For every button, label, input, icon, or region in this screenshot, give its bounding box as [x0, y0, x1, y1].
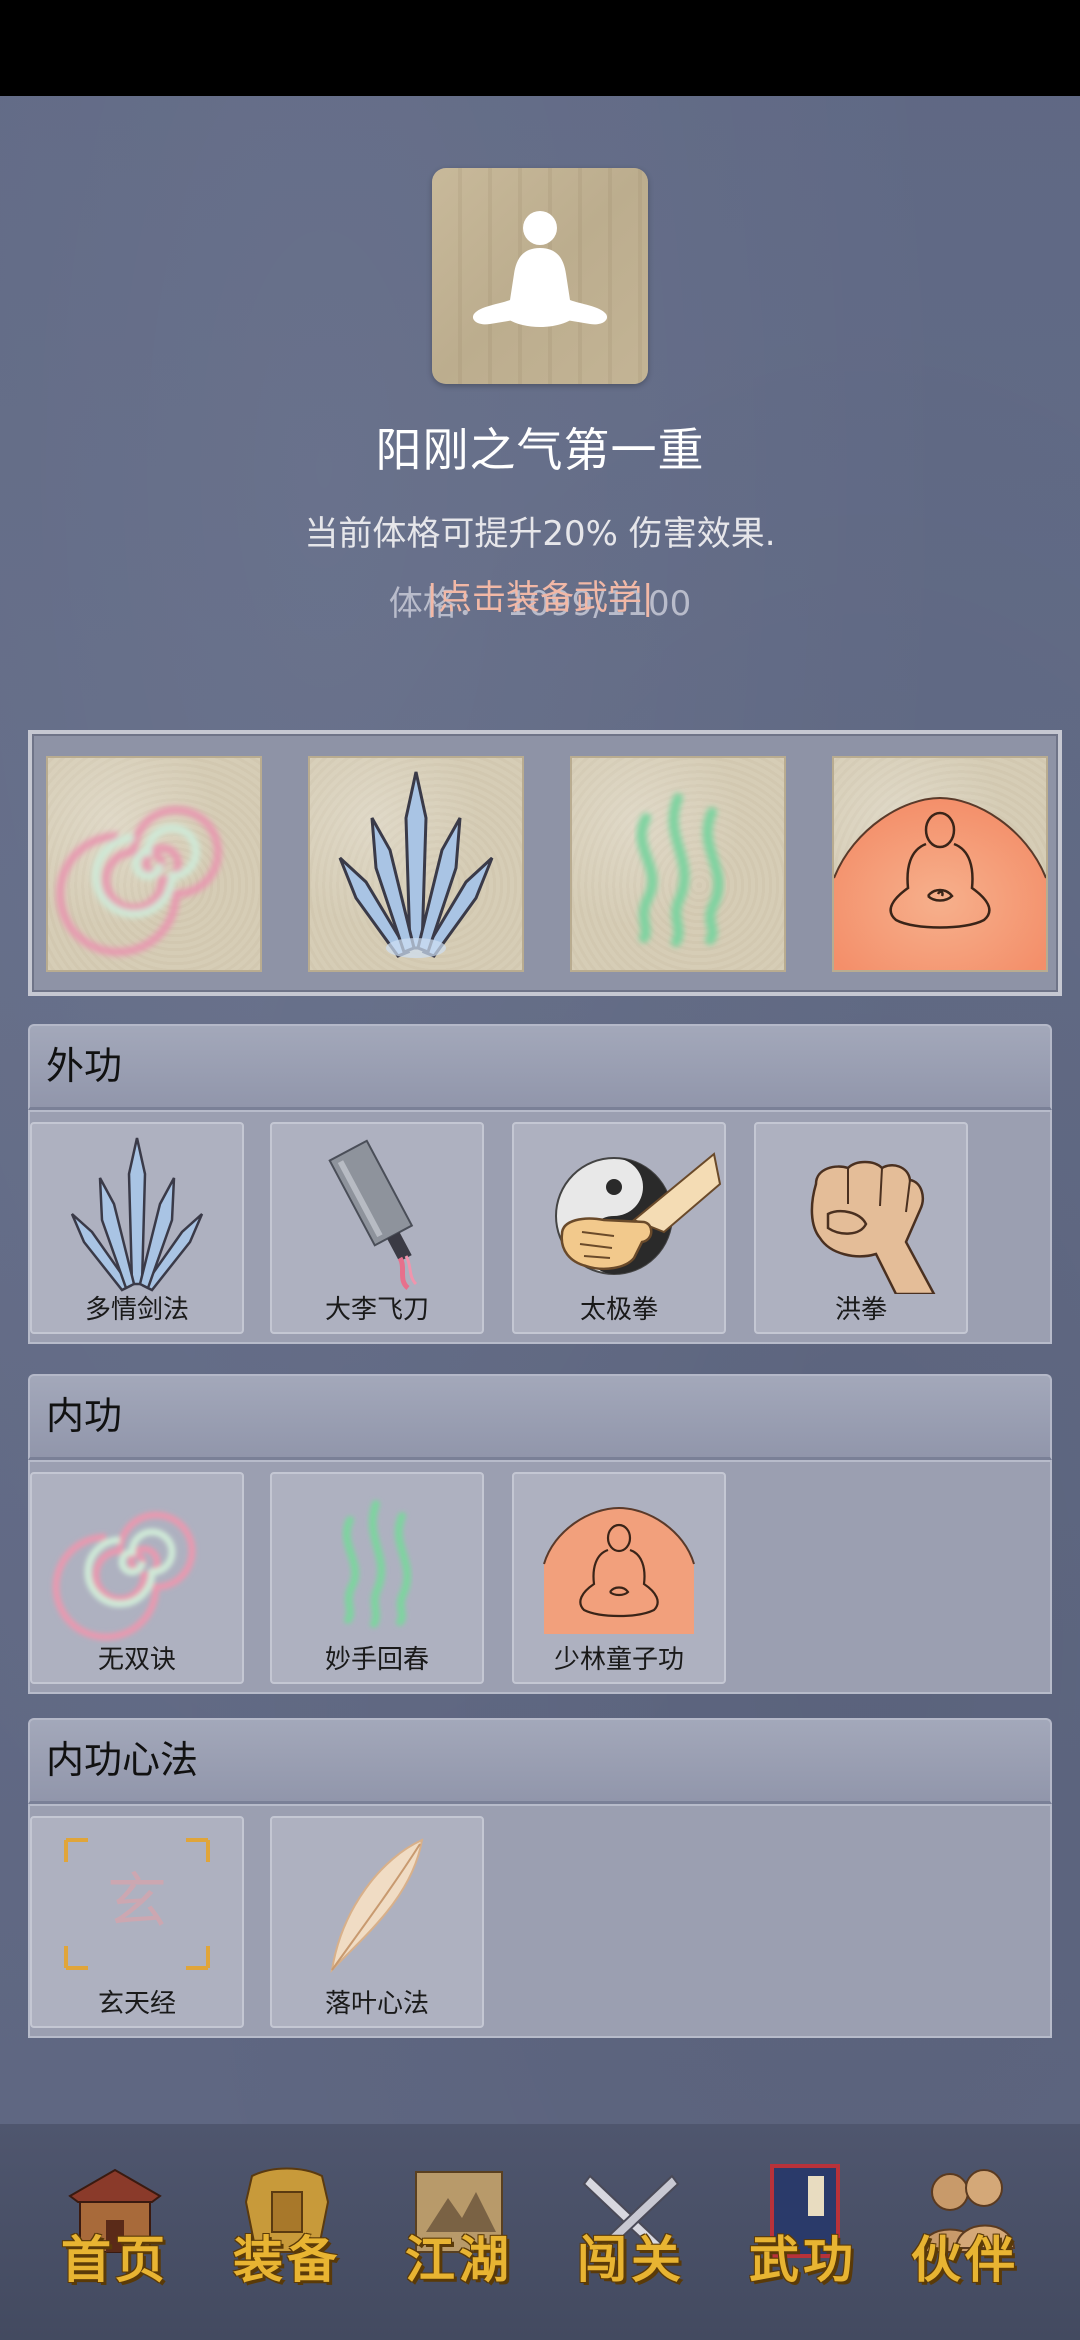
nav-jianghu[interactable]: 江湖 — [384, 2162, 534, 2302]
skill-name: 洪拳 — [834, 1295, 887, 1325]
nav-home[interactable]: 首页 — [40, 2162, 190, 2302]
skill-name: 玄天经 — [97, 1989, 176, 2019]
equip-slot-3[interactable] — [570, 756, 786, 972]
crystal-swords-icon — [338, 771, 494, 958]
skill-name: 无双诀 — [97, 1645, 176, 1675]
section-title-neigong: 内功 — [28, 1374, 1052, 1460]
yin-yang-fist-icon — [555, 1152, 722, 1275]
nav-label: 伙伴 — [911, 2230, 1019, 2289]
skill-card[interactable]: 少林童子功 — [512, 1472, 726, 1684]
feather-icon — [330, 1838, 424, 1974]
skill-card[interactable]: 大李飞刀 — [270, 1122, 484, 1334]
nav-label: 闯关 — [577, 2230, 685, 2289]
section-title-waigong: 外功 — [28, 1024, 1052, 1110]
nav-equipment[interactable]: 装备 — [212, 2162, 362, 2302]
skill-card[interactable]: 太极拳 — [512, 1122, 726, 1334]
equipped-skills-panel — [28, 730, 1062, 996]
skill-name: 太极拳 — [579, 1295, 658, 1325]
skill-name: 大李飞刀 — [324, 1295, 429, 1325]
section-body-neigong: 无双诀 妙手回春 少林童子功 — [28, 1460, 1052, 1694]
equip-martial-arts-link[interactable]: |点击装备武学| — [0, 570, 1080, 619]
skill-card[interactable]: 洪拳 — [754, 1122, 968, 1334]
section-body-waigong: 多情剑法 大李飞刀 太极拳 洪拳 — [28, 1110, 1052, 1344]
nav-companions[interactable]: 伙伴 — [890, 2162, 1040, 2302]
green-waves-icon — [342, 1500, 412, 1628]
skill-card[interactable]: 多情剑法 — [30, 1122, 244, 1334]
section-xinfa: 内功心法 玄 玄天经 落叶心法 — [28, 1718, 1052, 2042]
nav-challenge[interactable]: 闯关 — [556, 2162, 706, 2302]
xuan-scroll-icon: 玄 — [64, 1838, 210, 1970]
nav-label: 装备 — [233, 2230, 341, 2289]
green-waves-icon — [636, 793, 724, 947]
section-title-xinfa: 内功心法 — [28, 1718, 1052, 1804]
nav-martial-arts[interactable]: 武功 — [728, 2162, 878, 2302]
nav-label: 首页 — [61, 2230, 169, 2289]
status-bar — [0, 0, 1080, 96]
flying-knife-icon — [328, 1139, 418, 1290]
skill-name: 妙手回春 — [324, 1645, 429, 1675]
bottom-nav: 首页 装备 江湖 闯关 武功 伙伴 — [0, 2124, 1080, 2340]
equip-slot-4[interactable] — [832, 756, 1048, 972]
section-body-xinfa: 玄 玄天经 落叶心法 — [28, 1804, 1052, 2038]
equip-slot-2[interactable] — [308, 756, 524, 972]
hero-title: 阳刚之气第一重 — [375, 423, 705, 477]
crystal-swords-icon — [70, 1137, 204, 1292]
fist-icon — [810, 1160, 936, 1294]
skill-name: 多情剑法 — [84, 1295, 189, 1325]
spiral-icon — [52, 1511, 196, 1641]
equip-slot-1[interactable] — [46, 756, 262, 972]
spiral-icon — [56, 806, 222, 956]
skill-name: 少林童子功 — [553, 1645, 684, 1675]
xuan-glyph: 玄 — [107, 1867, 167, 1937]
meditating-monk-icon — [833, 796, 1047, 970]
meditating-monk-icon — [543, 1506, 695, 1634]
nav-label: 武功 — [749, 2230, 857, 2289]
section-neigong: 内功 无双诀 妙手回春 少林童子功 — [28, 1374, 1052, 1698]
meditating-figure-icon — [432, 168, 648, 384]
skill-card[interactable]: 无双诀 — [30, 1472, 244, 1684]
nav-label: 江湖 — [405, 2230, 513, 2289]
skill-card[interactable]: 落叶心法 — [270, 1816, 484, 2028]
hero-description: 当前体格可提升20% 伤害效果. — [304, 514, 776, 554]
section-waigong: 外功 多情剑法 大李飞刀 太极拳 洪拳 — [28, 1024, 1052, 1348]
skill-name: 落叶心法 — [324, 1989, 429, 2019]
skill-card[interactable]: 玄 玄天经 — [30, 1816, 244, 2028]
skill-card[interactable]: 妙手回春 — [270, 1472, 484, 1684]
